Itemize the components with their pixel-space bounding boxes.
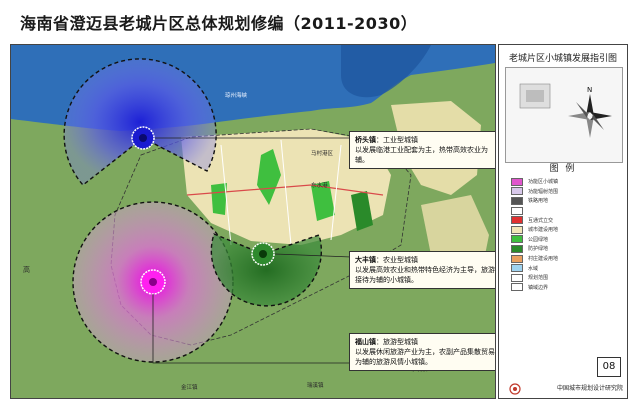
legend-label: 功能区小城镇: [528, 179, 559, 186]
callout-fushan-type: 旅游型城镇: [383, 338, 418, 346]
callout-fushan-desc: 以发展休闲旅游产业为主，农副产品集散贸易为辅的旅游风情小城镇。: [355, 348, 495, 366]
legend-swatch: [511, 216, 523, 225]
legend-swatch: [511, 196, 523, 205]
legend-label: 规划范围: [528, 275, 549, 282]
legend-title: 图 例: [549, 164, 577, 174]
callout-fushan: 福山镇：旅游型城镇 以发展休闲旅游产业为主，农副产品集散贸易为辅的旅游风情小城镇…: [349, 333, 495, 371]
side-panel: 老城片区小城镇发展指引图 N 图 例 功能区小城镇 功能辐射范围 铁路用地互通式立交…: [498, 44, 628, 399]
callout-qiaotou: 桥头镇：工业型城镇 以发展临港工业配套为主，热带高效农业为辅。: [349, 131, 495, 169]
callout-dafeng-desc: 以发展高效农业和热带特色经济为主导，旅游接待为辅的小城镇。: [355, 266, 495, 284]
legend-item: 公园绿地: [511, 235, 623, 245]
legend-label: 水域: [528, 265, 539, 272]
title-bar: 海南省澄迈县老城片区总体规划修编（2011-2030）: [6, 4, 634, 38]
index-map-graphic: N: [519, 83, 612, 138]
legend-item: 村庄建设用地: [511, 254, 623, 264]
legend-label: 铁路用地: [528, 198, 549, 205]
legend-swatch: [511, 254, 523, 263]
legend-label: 镇域边界: [528, 284, 549, 291]
west-label: 高: [23, 266, 30, 274]
legend-item: 规划范围: [511, 273, 623, 283]
legend-label: 互通式立交: [528, 217, 554, 224]
legend-item: 互通式立交: [511, 215, 623, 225]
legend-label: 防护绿地: [528, 246, 549, 253]
legend-item: 镇域边界: [511, 283, 623, 293]
legend-swatch: [511, 264, 523, 273]
legend-swatch: [511, 244, 523, 253]
org-logo-icon: [509, 383, 521, 395]
legend-label: 村庄建设用地: [528, 256, 559, 263]
legend-item: 水域: [511, 263, 623, 273]
legend-label: 城市建设用地: [528, 227, 559, 234]
page-title: 海南省澄迈县老城片区总体规划修编（2011-2030）: [20, 14, 418, 33]
road-label: 东水港: [311, 183, 328, 189]
legend-swatch: [511, 177, 523, 186]
index-map: N: [505, 67, 623, 163]
legend-item: 功能辐射范围: [511, 187, 623, 197]
callout-dafeng-type: 农业型城镇: [383, 256, 418, 264]
side-panel-title: 老城片区小城镇发展指引图: [508, 54, 617, 64]
page-number: 08: [597, 357, 621, 377]
legend-swatch: [511, 187, 523, 196]
north-arrow-icon: N: [568, 86, 612, 138]
map-area[interactable]: 琼州海峡 马村港区 东水港 高 永发镇 金江镇 瑞溪镇 桥头镇：工业型城镇 以发…: [10, 44, 496, 399]
sea-label: 琼州海峡: [225, 93, 248, 99]
legend-label: 功能辐射范围: [528, 188, 559, 195]
legend: 功能区小城镇 功能辐射范围 铁路用地互通式立交城市建设用地 公园绿地防护绿地村庄建设用…: [511, 177, 623, 292]
south-town-label: 金江镇: [181, 385, 198, 391]
south-town2-label: 瑞溪镇: [307, 383, 324, 389]
legend-label: 公园绿地: [528, 236, 549, 243]
legend-item: 铁路用地: [511, 196, 623, 206]
legend-item: 城市建设用地: [511, 225, 623, 235]
org-name: 中国城市规划设计研究院: [556, 385, 623, 392]
callout-dafeng-name: 大丰镇: [355, 256, 376, 264]
port-label: 马村港区: [311, 151, 334, 157]
callout-qiaotou-type: 工业型城镇: [383, 136, 418, 144]
legend-item: 防护绿地: [511, 244, 623, 254]
legend-swatch: [511, 283, 523, 292]
callout-dafeng: 大丰镇：农业型城镇 以发展高效农业和热带特色经济为主导，旅游接待为辅的小城镇。: [349, 251, 495, 289]
legend-item: [511, 206, 623, 216]
callout-fushan-name: 福山镇: [355, 338, 376, 346]
legend-swatch: [511, 273, 523, 282]
legend-item: 功能区小城镇: [511, 177, 623, 187]
legend-swatch: [511, 206, 523, 215]
legend-swatch: [511, 225, 523, 234]
callout-qiaotou-desc: 以发展临港工业配套为主，热带高效农业为辅。: [355, 146, 488, 164]
svg-text:N: N: [587, 86, 592, 94]
legend-swatch: [511, 235, 523, 244]
callout-qiaotou-name: 桥头镇: [355, 136, 376, 144]
